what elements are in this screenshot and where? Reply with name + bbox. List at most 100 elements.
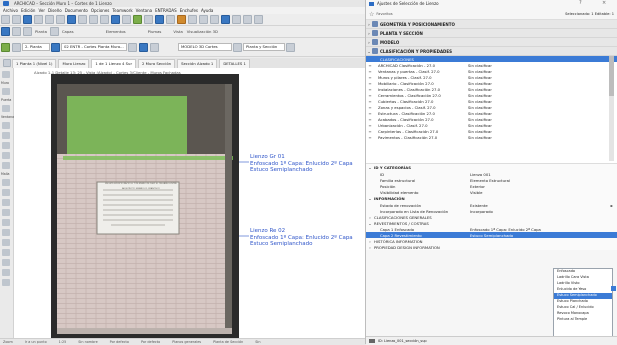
status-zoom[interactable]: Zoom: [3, 340, 13, 344]
status-scale[interactable]: 1:25: [59, 340, 67, 344]
marquee-button[interactable]: [78, 15, 87, 24]
hatch-icon[interactable]: [139, 42, 148, 52]
menu-opciones[interactable]: Opciones: [91, 8, 110, 13]
print-button[interactable]: [34, 15, 43, 24]
tab-muro-lienzo[interactable]: Muro Lienzo: [58, 58, 90, 69]
tab-muro-seccion[interactable]: 2 Muro Sección: [138, 58, 176, 69]
status-plans[interactable]: Planos generales: [172, 340, 201, 344]
menu-ventana[interactable]: Ventana: [136, 8, 152, 13]
new-file-button[interactable]: [1, 15, 10, 24]
status-goto[interactable]: Ir a un punto: [25, 340, 47, 344]
section-geometry[interactable]: › GEOMETRÍA Y POSICIONAMIENTO: [366, 20, 617, 29]
props-header[interactable]: ⌄ ID Y CATEGORÍAS: [366, 164, 617, 171]
tab-lienzo-sur[interactable]: 1 de 1 Lienzo 4 Sur: [91, 58, 137, 69]
section-button[interactable]: [166, 15, 175, 24]
section-classification[interactable]: ⌄ CLASIFICACIÓN Y PROPIEDADES: [366, 47, 617, 56]
layers-icon[interactable]: [12, 42, 21, 52]
trace-button[interactable]: [144, 15, 153, 24]
menu-edicion[interactable]: Edición: [21, 8, 35, 13]
info-header[interactable]: ⌄ INFORMACIÓN: [366, 195, 617, 202]
scroll-thumb[interactable]: [609, 56, 614, 96]
element-select[interactable]: MODELO 3D Cortes: [178, 43, 232, 51]
navigator-icon[interactable]: [3, 59, 11, 67]
pen-icon[interactable]: [128, 42, 137, 52]
options-icon[interactable]: ▪: [610, 203, 613, 208]
tab-planta[interactable]: 1 Planta 1 (Nivel 1): [12, 58, 57, 69]
text-tool-icon[interactable]: [2, 219, 10, 226]
tab-seccion-alzado[interactable]: Sección Alzado 1: [177, 58, 218, 69]
lamp-tool-icon[interactable]: [2, 199, 10, 206]
list-scrollbar[interactable]: [609, 56, 614, 161]
object-tool-icon[interactable]: [2, 189, 10, 196]
status-default-1[interactable]: Por defecto: [110, 340, 129, 344]
settings-icon[interactable]: [51, 42, 60, 52]
close-icon[interactable]: ×: [602, 0, 606, 6]
rotate-button[interactable]: [100, 15, 109, 24]
dropdown-icon[interactable]: [286, 42, 295, 52]
tab-detalles[interactable]: DETALLES 1: [219, 58, 250, 69]
status-default-2[interactable]: Por defecto: [141, 340, 160, 344]
elevation-button[interactable]: [177, 15, 186, 24]
drawing-canvas[interactable]: Alzado 1-1 Detalle 13: 25 - Vista (Alzad…: [14, 68, 365, 340]
copy-icon[interactable]: [23, 27, 32, 36]
property-row[interactable]: Capa 1 Enfoscado Enfoscado 1ª Capa: Enlu…: [366, 226, 617, 232]
layout-button[interactable]: [188, 15, 197, 24]
fill-tool-icon[interactable]: [2, 279, 10, 286]
slab-tool-icon[interactable]: [2, 152, 10, 159]
orbit-button[interactable]: [232, 15, 241, 24]
measure-button[interactable]: [254, 15, 263, 24]
column-tool-icon[interactable]: [2, 132, 10, 139]
dimension-tool-icon[interactable]: [2, 229, 10, 236]
favorites-dropdown[interactable]: Favoritos: [376, 12, 392, 16]
menu-archivo[interactable]: Archivo: [3, 8, 18, 13]
elevate-button[interactable]: [122, 15, 131, 24]
wall-tool-icon[interactable]: [2, 88, 10, 95]
view-3d-button[interactable]: [155, 15, 164, 24]
layer-select[interactable]: 02 ENTR - Cortes Planta Muro...: [61, 43, 127, 51]
arrow-tool-icon[interactable]: [2, 71, 10, 78]
window-tool-icon[interactable]: [2, 122, 10, 129]
grid-icon[interactable]: [12, 27, 21, 36]
section-floor-plan[interactable]: › PLANTA Y SECCIÓN: [366, 29, 617, 38]
fit-window-button[interactable]: [221, 15, 230, 24]
zoom-out-button[interactable]: [210, 15, 219, 24]
pointer-icon[interactable]: [1, 42, 10, 52]
finish-dropdown-list[interactable]: Enfoscado Ladrillo Cara Vista Ladrillo V…: [553, 268, 613, 340]
roof-tool-icon[interactable]: [2, 162, 10, 169]
undo-button[interactable]: [45, 15, 54, 24]
arc-tool-icon[interactable]: [2, 259, 10, 266]
menu-ayuda[interactable]: Ayuda: [201, 8, 213, 13]
polyline-tool-icon[interactable]: [2, 269, 10, 276]
move-button[interactable]: [89, 15, 98, 24]
redo-button[interactable]: [56, 15, 65, 24]
mesh-tool-icon[interactable]: [2, 179, 10, 186]
mirror-button[interactable]: [111, 15, 120, 24]
help-icon[interactable]: ?: [579, 0, 582, 6]
view-value[interactable]: Visualización 3D: [187, 29, 218, 34]
menu-enchufes[interactable]: Enchufes: [180, 8, 198, 13]
open-file-button[interactable]: [12, 15, 21, 24]
subsection-header[interactable]: › PROPIEDAD DESIGN INFORMATION: [366, 244, 617, 250]
menu-entradas[interactable]: ENTRADAS: [155, 8, 177, 13]
menu-diseno[interactable]: Diseño: [48, 8, 62, 13]
status-none[interactable]: Sin: [255, 340, 260, 344]
label-tool-icon[interactable]: [2, 239, 10, 246]
section-model[interactable]: › MODELO: [366, 38, 617, 47]
info-box-icon[interactable]: [1, 27, 10, 36]
zone-tool-icon[interactable]: [2, 209, 10, 216]
floor-field[interactable]: 2. Planta: [22, 43, 50, 51]
star-icon[interactable]: ☆: [369, 11, 374, 18]
menu-teamwork[interactable]: Teamwork: [112, 8, 132, 13]
list-item[interactable]: ≡ Pavimentos - Clasificación 27.0 Sin cl…: [366, 134, 617, 140]
grid-snap-button[interactable]: [133, 15, 142, 24]
status-name[interactable]: Sin nombre: [78, 340, 97, 344]
arrow-tool-button[interactable]: [67, 15, 76, 24]
door-tool-icon[interactable]: [2, 105, 10, 112]
fill-icon[interactable]: [150, 42, 159, 52]
pen-set-icon[interactable]: [233, 42, 242, 52]
beam-tool-icon[interactable]: [2, 142, 10, 149]
save-button[interactable]: [23, 15, 32, 24]
pen-select[interactable]: Planta y Sección: [243, 43, 285, 51]
menu-documento[interactable]: Documento: [65, 8, 88, 13]
dropdown-toggle-icon[interactable]: [611, 286, 616, 291]
